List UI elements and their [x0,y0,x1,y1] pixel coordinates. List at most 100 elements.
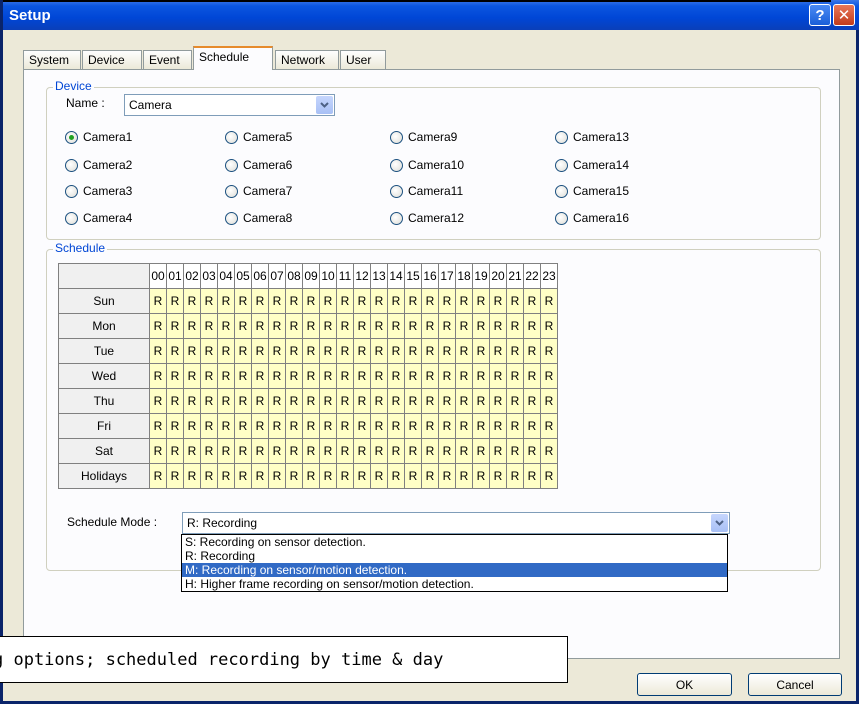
day-header[interactable]: Sun [58,288,150,314]
schedule-cell[interactable]: R [302,413,320,439]
day-header[interactable]: Tue [58,338,150,364]
schedule-cell[interactable]: R [166,313,184,339]
schedule-cell[interactable]: R [251,388,269,414]
day-header[interactable]: Thu [58,388,150,414]
schedule-cell[interactable]: R [200,413,218,439]
schedule-cell[interactable]: R [540,288,558,314]
hour-header[interactable]: 08 [285,263,303,289]
schedule-cell[interactable]: R [149,463,167,489]
schedule-cell[interactable]: R [251,438,269,464]
schedule-cell[interactable]: R [319,463,337,489]
schedule-cell[interactable]: R [387,363,405,389]
radio-circle-icon[interactable] [65,130,78,144]
hour-header[interactable]: 18 [455,263,473,289]
schedule-cell[interactable]: R [234,388,252,414]
schedule-cell[interactable]: R [489,288,507,314]
hour-header[interactable]: 20 [489,263,507,289]
help-button[interactable]: ? [809,4,831,26]
radio-camera14[interactable]: Camera14 [555,158,629,172]
schedule-cell[interactable]: R [217,388,235,414]
schedule-cell[interactable]: R [217,288,235,314]
radio-camera2[interactable]: Camera2 [65,158,132,172]
hour-header[interactable]: 15 [404,263,422,289]
schedule-cell[interactable]: R [540,388,558,414]
schedule-cell[interactable]: R [506,338,524,364]
tab-schedule[interactable]: Schedule [193,46,273,70]
hour-header[interactable]: 05 [234,263,252,289]
radio-circle-icon[interactable] [65,184,78,198]
schedule-cell[interactable]: R [387,388,405,414]
schedule-cell[interactable]: R [251,313,269,339]
schedule-cell[interactable]: R [149,438,167,464]
schedule-cell[interactable]: R [183,338,201,364]
radio-camera16[interactable]: Camera16 [555,211,629,225]
schedule-cell[interactable]: R [166,413,184,439]
schedule-cell[interactable]: R [251,363,269,389]
dropdown-option[interactable]: R: Recording [182,549,727,563]
schedule-cell[interactable]: R [183,288,201,314]
schedule-cell[interactable]: R [149,363,167,389]
radio-camera10[interactable]: Camera10 [390,158,464,172]
schedule-cell[interactable]: R [302,438,320,464]
hour-header[interactable]: 16 [421,263,439,289]
schedule-cell[interactable]: R [234,288,252,314]
hour-header[interactable]: 07 [268,263,286,289]
schedule-cell[interactable]: R [421,413,439,439]
radio-circle-icon[interactable] [65,158,78,172]
schedule-cell[interactable]: R [489,413,507,439]
radio-circle-icon[interactable] [390,211,403,225]
schedule-cell[interactable]: R [370,413,388,439]
schedule-cell[interactable]: R [455,438,473,464]
schedule-cell[interactable]: R [353,413,371,439]
schedule-cell[interactable]: R [404,363,422,389]
schedule-cell[interactable]: R [506,463,524,489]
chevron-down-icon[interactable] [711,514,728,532]
hour-header[interactable]: 03 [200,263,218,289]
radio-camera3[interactable]: Camera3 [65,184,132,198]
hour-header[interactable]: 04 [217,263,235,289]
radio-camera9[interactable]: Camera9 [390,130,457,144]
schedule-cell[interactable]: R [472,363,490,389]
day-header[interactable]: Fri [58,413,150,439]
schedule-cell[interactable]: R [217,438,235,464]
tab-event[interactable]: Event [143,50,192,69]
schedule-cell[interactable]: R [438,338,456,364]
schedule-cell[interactable]: R [438,463,456,489]
hour-header[interactable]: 13 [370,263,388,289]
hour-header[interactable]: 06 [251,263,269,289]
schedule-cell[interactable]: R [166,463,184,489]
radio-circle-icon[interactable] [390,184,403,198]
schedule-cell[interactable]: R [421,438,439,464]
radio-circle-icon[interactable] [555,158,568,172]
ok-button[interactable]: OK [637,673,732,696]
schedule-cell[interactable]: R [149,338,167,364]
close-button[interactable]: ✕ [833,4,855,26]
schedule-cell[interactable]: R [387,288,405,314]
schedule-cell[interactable]: R [336,288,354,314]
schedule-cell[interactable]: R [489,338,507,364]
schedule-cell[interactable]: R [285,463,303,489]
schedule-cell[interactable]: R [319,438,337,464]
schedule-cell[interactable]: R [183,313,201,339]
radio-circle-icon[interactable] [555,184,568,198]
schedule-cell[interactable]: R [251,338,269,364]
schedule-cell[interactable]: R [370,313,388,339]
schedule-cell[interactable]: R [166,438,184,464]
schedule-cell[interactable]: R [523,413,541,439]
schedule-cell[interactable]: R [319,313,337,339]
schedule-cell[interactable]: R [234,413,252,439]
schedule-cell[interactable]: R [353,388,371,414]
radio-circle-icon[interactable] [65,211,78,225]
schedule-cell[interactable]: R [523,463,541,489]
schedule-cell[interactable]: R [319,363,337,389]
schedule-cell[interactable]: R [438,413,456,439]
schedule-cell[interactable]: R [353,288,371,314]
schedule-cell[interactable]: R [268,363,286,389]
schedule-cell[interactable]: R [217,313,235,339]
schedule-cell[interactable]: R [302,313,320,339]
dropdown-option[interactable]: M: Recording on sensor/motion detection. [182,563,727,577]
radio-camera6[interactable]: Camera6 [225,158,292,172]
schedule-cell[interactable]: R [336,413,354,439]
schedule-cell[interactable]: R [540,463,558,489]
schedule-cell[interactable]: R [183,463,201,489]
